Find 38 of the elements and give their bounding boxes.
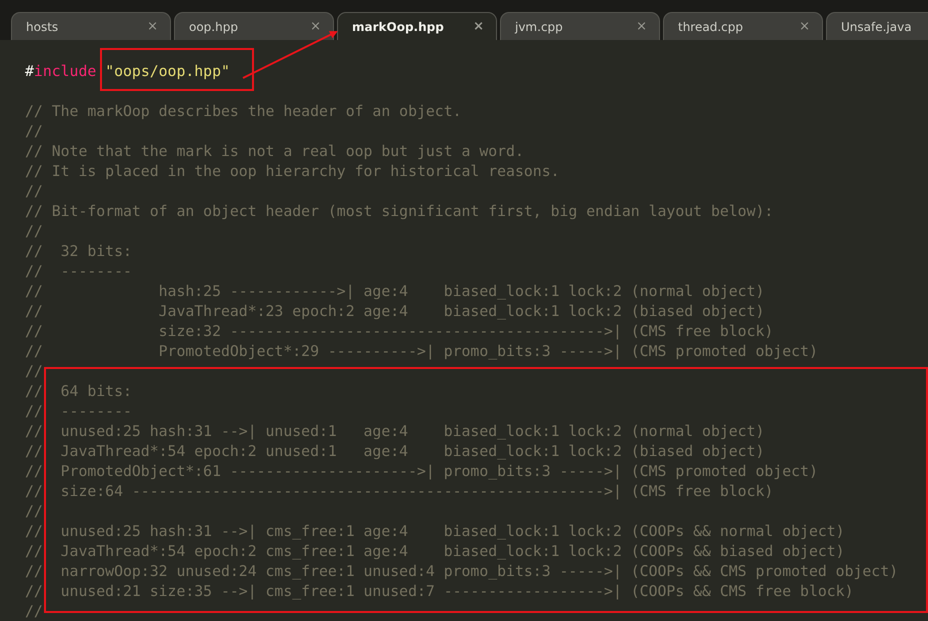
code-comment: // -------- — [25, 402, 132, 422]
code-comment: // — [25, 602, 43, 621]
close-icon[interactable]: × — [147, 19, 158, 34]
code-comment: // unused:25 hash:31 -->| unused:1 age:4 biased_lock:1 lock:2 (normal object) — [25, 422, 764, 442]
file-tab[interactable]: Unsafe.java — [826, 12, 928, 40]
close-icon[interactable]: × — [310, 19, 321, 34]
code-comment: // size:64 ----------------------------------------------------->| (CMS free block) — [25, 482, 774, 502]
code-comment: // narrowOop:32 unused:24 cms_free:1 unused:4 promo_bits:3 ----->| (COOPs && CMS promoted object) — [25, 562, 898, 582]
code-comment: // — [25, 122, 43, 142]
code-comment: // Bit-format of an object header (most significant first, big endian layout below): — [25, 202, 774, 222]
code-comment: // hash:25 ------------>| age:4 biased_lock:1 lock:2 (normal object) — [25, 282, 764, 302]
code-comment: // The markOop describes the header of an object. — [25, 102, 462, 122]
code-comment: // JavaThread*:23 epoch:2 age:4 biased_lock:1 lock:2 (biased object) — [25, 302, 764, 322]
file-tab[interactable]: jvm.cpp × — [500, 12, 660, 40]
close-icon[interactable]: × — [636, 19, 647, 34]
code-comment: // — [25, 362, 43, 382]
code-comment: // — [25, 182, 43, 202]
code-comment: // unused:25 hash:31 -->| cms_free:1 age:4 biased_lock:1 lock:2 (COOPs && normal object) — [25, 522, 845, 542]
file-tab[interactable]: thread.cpp × — [663, 12, 823, 40]
code-line: #include "oops/oop.hpp" — [25, 62, 230, 82]
code-comment: // -------- — [25, 262, 132, 282]
file-tab[interactable]: oop.hpp × — [174, 12, 334, 40]
code-comment: // — [25, 222, 43, 242]
code-comment: // Note that the mark is not a real oop but just a word. — [25, 142, 524, 162]
code-comment: // It is placed in the oop hierarchy for historical reasons. — [25, 162, 560, 182]
code-comment: // size:32 ------------------------------------------>| (CMS free block) — [25, 322, 774, 342]
code-comment: // unused:21 size:35 -->| cms_free:1 unused:7 ------------------>| (COOPs && CMS free block) — [25, 582, 854, 602]
code-comment: // PromotedObject*:29 ---------->| promo_bits:3 ----->| (CMS promoted object) — [25, 342, 818, 362]
code-comment: // 32 bits: — [25, 242, 132, 262]
code-comment: // PromotedObject*:61 --------------------->| promo_bits:3 ----->| (CMS promoted object) — [25, 462, 818, 482]
code-comment: // 64 bits: — [25, 382, 132, 402]
file-tab[interactable]: markOop.hpp × — [337, 12, 497, 40]
code-comment: // JavaThread*:54 epoch:2 unused:1 age:4 biased_lock:1 lock:2 (biased object) — [25, 442, 764, 462]
file-tab[interactable]: hosts × — [11, 12, 171, 40]
code-comment: // — [25, 502, 43, 522]
close-icon[interactable]: × — [799, 19, 810, 34]
code-comment: // JavaThread*:54 epoch:2 cms_free:1 age:4 biased_lock:1 lock:2 (COOPs && biased object) — [25, 542, 845, 562]
close-icon[interactable]: × — [473, 19, 484, 34]
